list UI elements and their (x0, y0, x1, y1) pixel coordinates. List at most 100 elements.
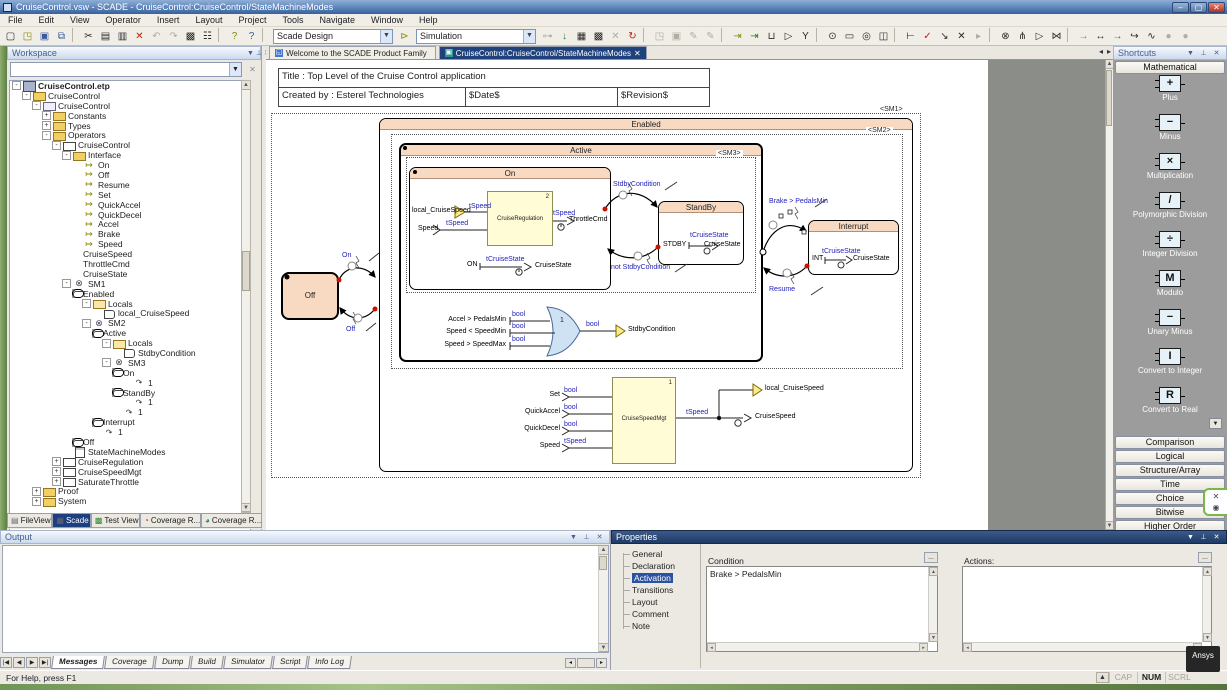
refresh-icon[interactable]: ↻ (624, 28, 641, 44)
shortcut-item[interactable]: I Convert to Integer (1113, 348, 1227, 375)
scroll-up-icon[interactable]: ▲ (1106, 60, 1113, 69)
type-label[interactable]: bool (564, 421, 577, 429)
properties-header[interactable]: Properties ▼⊥✕ (611, 530, 1227, 544)
dot2-icon[interactable]: ● (1177, 28, 1194, 44)
scroll-down-icon[interactable]: ▼ (242, 503, 250, 512)
undo-icon[interactable]: ↶ (148, 28, 165, 44)
link-icon[interactable]: ↘ (936, 28, 953, 44)
shortcut-item[interactable]: − Unary Minus (1113, 309, 1227, 336)
signal-label[interactable]: CruiseState (704, 241, 741, 249)
tree-expander[interactable]: - (32, 101, 41, 110)
tree-expander[interactable]: + (52, 457, 61, 466)
help-icon[interactable]: ? (226, 28, 243, 44)
minimize-button[interactable]: – (1172, 2, 1189, 13)
tab-nav-icon[interactable]: ◀ (13, 657, 25, 668)
tree-expander[interactable]: - (62, 279, 71, 288)
check-icon[interactable]: ✓ (919, 28, 936, 44)
state-icon[interactable]: ▭ (841, 28, 858, 44)
spline-icon[interactable]: ∿ (1143, 28, 1160, 44)
menu-item[interactable]: Operator (97, 14, 149, 27)
workspace-tab[interactable]: ▦ Scade (52, 513, 90, 528)
type-label[interactable]: tCruiseState (486, 256, 525, 264)
tree-item[interactable]: + SaturateThrottle (10, 477, 250, 487)
shortcuts-header[interactable]: Shortcuts ▼⊥✕ (1113, 46, 1227, 60)
document-tab[interactable]: ◱ Welcome to the SCADE Product Family (269, 46, 436, 59)
tree-expander[interactable]: - (52, 141, 61, 150)
tab-nav-icon[interactable]: ▶| (39, 657, 51, 668)
menu-item[interactable]: File (0, 14, 31, 27)
simulation-combo[interactable]: Simulation ▼ (416, 29, 536, 44)
chevron-down-icon[interactable]: ▼ (1209, 418, 1222, 429)
tree-item[interactable]: - SM2 (10, 318, 250, 328)
signal-label[interactable]: local_CruiseSpeed (412, 207, 471, 215)
condition-ellipsis-button[interactable]: ... (924, 552, 938, 563)
tree-item[interactable]: - CruiseControl (10, 101, 250, 111)
close-icon[interactable]: ✕ (594, 532, 605, 543)
new-file-icon[interactable]: ▢ (2, 28, 19, 44)
operator-cruise-regulation[interactable]: 2 CruiseRegulation (487, 191, 553, 246)
transition-label[interactable]: On (342, 252, 351, 260)
shortcut-group[interactable]: Comparison (1115, 436, 1225, 449)
signal-label[interactable]: Speed (418, 225, 438, 233)
tree-item[interactable]: Resume (10, 180, 250, 190)
type-label[interactable]: bool (564, 387, 577, 395)
shortcut-item[interactable]: M Modulo (1113, 270, 1227, 297)
output-tab[interactable]: Coverage (104, 656, 155, 669)
simulation-env-icon[interactable]: ⊳ (396, 28, 413, 44)
diagram-canvas[interactable]: Title : Top Level of the Cruise Control … (266, 60, 1105, 530)
tree-item[interactable]: local_CruiseSpeed (10, 308, 250, 318)
tab-nav-icon[interactable]: |◀ (0, 657, 12, 668)
pin-icon[interactable]: ⊥ (581, 532, 592, 543)
input-port-icon[interactable]: ⇥ (729, 28, 746, 44)
save-all-icon[interactable]: ⧉ (53, 28, 70, 44)
type-label[interactable]: tCruiseState (690, 232, 729, 240)
tree-item[interactable]: - On (10, 368, 250, 378)
panel-menu-icon[interactable]: ▼ (1185, 48, 1196, 59)
menu-item[interactable]: Edit (31, 14, 63, 27)
tree-item[interactable]: - Enabled (10, 289, 250, 299)
menu-item[interactable]: Layout (187, 14, 230, 27)
tree-item[interactable]: CruiseSpeed (10, 249, 250, 259)
tree-item[interactable]: + System (10, 496, 250, 506)
tree-expander[interactable]: - (102, 339, 111, 348)
signal-label[interactable]: CruiseState (535, 262, 572, 270)
tree-item[interactable]: 1 (10, 398, 250, 408)
properties-category[interactable]: Transitions (619, 584, 705, 596)
tree-item[interactable]: 1 (10, 427, 250, 437)
output-header[interactable]: Output ▼⊥✕ (0, 530, 610, 544)
signal-label[interactable]: Set (520, 391, 560, 399)
menu-item[interactable]: Window (363, 14, 411, 27)
context-help-icon[interactable]: ? (243, 28, 260, 44)
output-tab[interactable]: Build (190, 656, 224, 669)
separator[interactable] (894, 28, 900, 42)
properties-category[interactable]: Activation (619, 572, 705, 584)
shortcut-group-mathematical[interactable]: Mathematical (1115, 61, 1225, 74)
shortcut-item[interactable]: ÷ Integer Division (1113, 231, 1227, 258)
edit-icon[interactable]: ✎ (685, 28, 702, 44)
actions-field[interactable]: ▲▼ ◂▸ (962, 566, 1212, 652)
transition-icon[interactable]: ▷ (1031, 28, 1048, 44)
type-label[interactable]: bool (512, 311, 525, 319)
separator[interactable] (721, 28, 727, 42)
chevron-down-icon[interactable]: ▼ (380, 30, 392, 43)
open-project-icon[interactable]: ◳ (651, 28, 668, 44)
type-label[interactable]: tSpeed (564, 438, 586, 446)
tree-expander[interactable]: + (42, 111, 51, 120)
transition-label[interactable]: Off (346, 326, 355, 334)
panel-menu-icon[interactable]: ▼ (1185, 532, 1196, 543)
type-label[interactable]: tSpeed (446, 220, 468, 228)
if-activate-icon[interactable]: ⊙ (824, 28, 841, 44)
tree-item[interactable]: QuickDecel (10, 210, 250, 220)
menu-item[interactable]: View (62, 14, 97, 27)
delete-object-icon[interactable]: ✕ (953, 28, 970, 44)
menu-item[interactable]: Project (230, 14, 274, 27)
transition-label[interactable]: not StdbyCondition (611, 264, 670, 272)
expression-label[interactable]: Speed > SpeedMax (444, 341, 506, 349)
tree-item[interactable]: + Constants (10, 111, 250, 121)
tree-item[interactable]: Brake (10, 229, 250, 239)
tree-item[interactable]: + Interrupt (10, 417, 250, 427)
tree-item[interactable]: QuickAccel (10, 200, 250, 210)
redo-icon[interactable]: ↷ (165, 28, 182, 44)
rebuild-icon[interactable]: ▩ (590, 28, 607, 44)
shortcut-item[interactable]: R Convert to Real (1113, 387, 1227, 414)
